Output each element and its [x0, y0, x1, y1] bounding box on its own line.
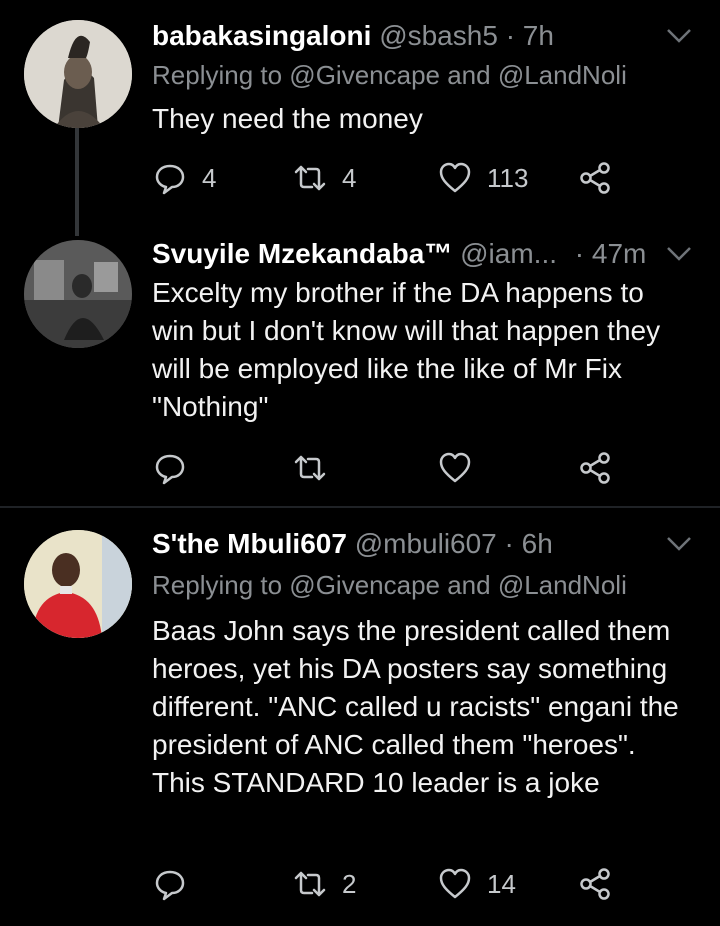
tweet-header: babakasingaloni @sbash5 · 7h	[152, 18, 554, 54]
replying-to-text: Replying to @Givencape and @LandNoli	[152, 60, 627, 90]
like-icon	[439, 162, 471, 193]
tweet-actions: 4 4 113	[152, 158, 632, 198]
like-button[interactable]	[437, 448, 487, 488]
share-icon	[580, 452, 610, 484]
reply-button[interactable]	[152, 864, 202, 904]
tweet-2[interactable]: Svuyile Mzekandaba™ @iam... · 47m Excelt…	[0, 230, 720, 506]
share-button[interactable]	[578, 864, 614, 904]
separator-dot: ·	[504, 528, 514, 559]
user-handle[interactable]: @iam...	[460, 238, 557, 269]
avatar-illustration	[24, 240, 132, 348]
reply-button[interactable]: 4	[152, 158, 216, 198]
avatar[interactable]	[24, 20, 132, 128]
share-button[interactable]	[578, 448, 614, 488]
retweet-button[interactable]	[292, 448, 342, 488]
tweet-1[interactable]: babakasingaloni @sbash5 · 7h Replying to…	[0, 0, 720, 236]
retweet-button[interactable]: 4	[292, 158, 356, 198]
retweet-icon	[294, 871, 326, 897]
reply-icon	[155, 164, 185, 195]
like-icon	[439, 868, 471, 899]
separator-dot: ·	[574, 238, 585, 269]
reply-icon	[155, 454, 185, 485]
thread-line	[75, 128, 79, 236]
tweet-text: They need the money	[152, 103, 423, 134]
tweet-actions	[152, 448, 632, 488]
chevron-down-icon[interactable]	[666, 28, 692, 44]
reply-button[interactable]	[152, 448, 202, 488]
user-handle[interactable]: @sbash5	[379, 20, 498, 51]
retweet-button[interactable]: 2	[292, 864, 356, 904]
display-name[interactable]: Svuyile Mzekandaba™	[152, 238, 452, 269]
like-icon	[439, 452, 471, 483]
retweet-icon	[294, 165, 326, 191]
reply-icon	[155, 870, 185, 901]
retweet-count: 4	[342, 162, 357, 193]
chevron-down-icon[interactable]	[666, 246, 692, 262]
share-button[interactable]	[578, 158, 614, 198]
tweet-text: Baas John says the president called them…	[152, 615, 679, 798]
timestamp[interactable]: 6h	[522, 528, 553, 559]
chevron-down-icon[interactable]	[666, 536, 692, 552]
tweet-header: Svuyile Mzekandaba™ @iam... · 47m	[152, 236, 646, 272]
like-count: 113	[487, 162, 529, 193]
display-name[interactable]: babakasingaloni	[152, 20, 371, 51]
like-button[interactable]: 14	[437, 864, 516, 904]
retweet-count: 2	[342, 868, 357, 899]
share-icon	[580, 162, 610, 194]
timestamp[interactable]: 47m	[592, 238, 646, 269]
avatar-illustration	[24, 20, 132, 128]
tweet-actions: 2 14	[152, 864, 632, 904]
retweet-icon	[294, 455, 326, 481]
reply-count: 4	[202, 162, 217, 193]
timestamp[interactable]: 7h	[523, 20, 554, 51]
replying-to-text: Replying to @Givencape and @LandNoli	[152, 570, 627, 600]
separator-dot: ·	[505, 20, 516, 51]
avatar[interactable]	[24, 240, 132, 348]
user-handle[interactable]: @mbuli607	[355, 528, 497, 559]
avatar-illustration	[24, 530, 132, 638]
display-name[interactable]: S'the Mbuli607	[152, 528, 347, 559]
avatar[interactable]	[24, 530, 132, 638]
tweet-text: Excelty my brother if the DA happens to …	[152, 277, 661, 422]
tweet-header: S'the Mbuli607 @mbuli607 · 6h	[152, 526, 553, 562]
like-count: 14	[487, 868, 516, 899]
share-icon	[580, 868, 610, 900]
tweet-3[interactable]: S'the Mbuli607 @mbuli607 · 6h Replying t…	[0, 508, 720, 926]
like-button[interactable]: 113	[437, 158, 528, 198]
